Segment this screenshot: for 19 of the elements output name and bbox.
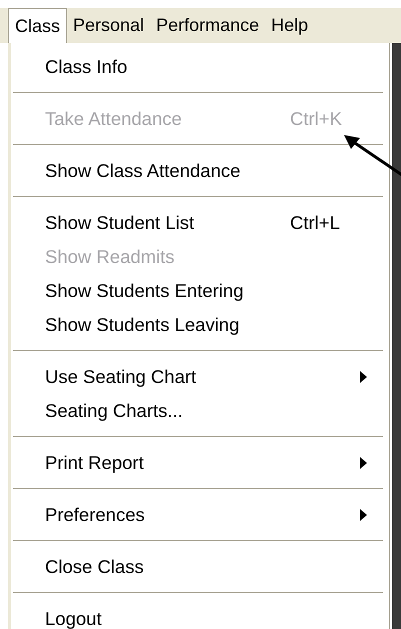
menu-bar-item[interactable]: Class (8, 8, 68, 43)
menu-bar-item[interactable]: Help (265, 8, 314, 43)
menu-bar-item[interactable]: Performance (150, 8, 266, 43)
menu-item[interactable]: Show Students Entering (11, 274, 389, 308)
menu-item[interactable]: Close Class (11, 550, 389, 584)
menu-item[interactable]: Show Students Leaving (11, 308, 389, 342)
menu-item[interactable]: Show Class Attendance (11, 154, 389, 188)
menu-item[interactable]: Use Seating Chart (11, 360, 389, 394)
submenu-arrow-icon (360, 371, 367, 383)
menu-item[interactable]: Logout (11, 602, 389, 629)
submenu-arrow-icon (360, 509, 367, 521)
menu-item[interactable]: Preferences (11, 498, 389, 532)
menu-item[interactable]: Show Student List Ctrl+L (11, 206, 389, 240)
menu-item[interactable]: Seating Charts... (11, 394, 389, 428)
menu-bar-item[interactable]: Personal (67, 8, 150, 43)
menu-item[interactable]: Class Info (11, 50, 389, 84)
menu-item[interactable]: Print Report (11, 446, 389, 480)
submenu-arrow-icon (360, 457, 367, 469)
callout-arrow (344, 135, 401, 177)
